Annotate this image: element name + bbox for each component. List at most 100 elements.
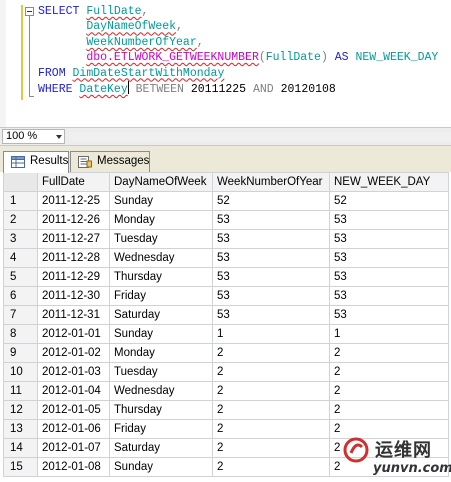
table-cell[interactable]: 53 — [212, 248, 330, 268]
table-cell[interactable]: 2011-12-25 — [37, 191, 110, 211]
row-number[interactable]: 9 — [3, 343, 38, 363]
table-cell[interactable]: 52 — [212, 191, 330, 211]
table-row[interactable]: 6 2011-12-30 Friday 53 53 — [3, 286, 449, 306]
tab-messages[interactable]: Messages — [70, 151, 150, 172]
row-number[interactable]: 8 — [3, 324, 38, 344]
table-cell[interactable]: 2012-01-06 — [37, 419, 110, 439]
sql-code[interactable]: SELECT FullDate, DayNameOfWeek, WeekNumb… — [38, 4, 438, 97]
horizontal-scrollbar[interactable] — [70, 132, 451, 142]
table-row[interactable]: 13 2012-01-06 Friday 2 2 — [3, 419, 449, 439]
row-number[interactable]: 4 — [3, 248, 38, 268]
table-cell[interactable]: Thursday — [109, 400, 213, 420]
table-row[interactable]: 12 2012-01-05 Thursday 2 2 — [3, 400, 449, 420]
table-cell[interactable]: 2 — [212, 381, 330, 401]
table-cell[interactable]: Wednesday — [109, 248, 213, 268]
table-cell[interactable]: 2012-01-07 — [37, 438, 110, 458]
table-cell[interactable]: 2011-12-30 — [37, 286, 110, 306]
table-cell[interactable]: 52 — [329, 191, 449, 211]
table-cell[interactable]: 2 — [329, 400, 449, 420]
table-row[interactable]: 4 2011-12-28 Wednesday 53 53 — [3, 248, 449, 268]
table-cell[interactable]: Monday — [109, 210, 213, 230]
row-number[interactable]: 15 — [3, 457, 38, 477]
row-number[interactable]: 5 — [3, 267, 38, 287]
table-cell[interactable]: 2012-01-04 — [37, 381, 110, 401]
table-cell[interactable]: 2011-12-28 — [37, 248, 110, 268]
table-cell[interactable]: 53 — [212, 267, 330, 287]
table-cell[interactable]: 2 — [212, 343, 330, 363]
row-number[interactable]: 3 — [3, 229, 38, 249]
table-row[interactable]: 3 2011-12-27 Tuesday 53 53 — [3, 229, 449, 249]
row-number[interactable]: 13 — [3, 419, 38, 439]
table-cell[interactable]: 2012-01-03 — [37, 362, 110, 382]
column-header[interactable]: DayNameOfWeek — [109, 172, 213, 192]
table-row[interactable]: 11 2012-01-04 Wednesday 2 2 — [3, 381, 449, 401]
table-cell[interactable]: 53 — [212, 286, 330, 306]
column-header[interactable]: FullDate — [37, 172, 110, 192]
table-row[interactable]: 1 2011-12-25 Sunday 52 52 — [3, 191, 449, 211]
table-row[interactable]: 7 2011-12-31 Saturday 53 53 — [3, 305, 449, 325]
table-cell[interactable]: 2011-12-29 — [37, 267, 110, 287]
row-number[interactable]: 1 — [3, 191, 38, 211]
table-cell[interactable]: Friday — [109, 419, 213, 439]
table-row[interactable]: 10 2012-01-03 Tuesday 2 2 — [3, 362, 449, 382]
table-cell[interactable]: 2 — [212, 400, 330, 420]
table-cell[interactable]: 53 — [329, 210, 449, 230]
table-cell[interactable]: Tuesday — [109, 229, 213, 249]
table-cell[interactable]: 2012-01-05 — [37, 400, 110, 420]
table-cell[interactable]: 1 — [329, 324, 449, 344]
row-number[interactable]: 7 — [3, 305, 38, 325]
table-cell[interactable]: 2 — [212, 362, 330, 382]
tab-results[interactable]: Results — [3, 151, 69, 173]
query-editor[interactable]: SELECT FullDate, DayNameOfWeek, WeekNumb… — [0, 0, 451, 127]
results-grid[interactable]: FullDate DayNameOfWeek WeekNumberOfYear … — [3, 172, 449, 477]
table-cell[interactable]: 53 — [329, 286, 449, 306]
collapse-icon[interactable] — [25, 7, 34, 16]
table-cell[interactable]: 2 — [329, 438, 449, 458]
table-cell[interactable]: 2012-01-02 — [37, 343, 110, 363]
table-cell[interactable]: 53 — [212, 210, 330, 230]
row-number[interactable]: 6 — [3, 286, 38, 306]
column-header[interactable]: NEW_WEEK_DAY — [329, 172, 449, 192]
column-header[interactable]: WeekNumberOfYear — [212, 172, 330, 192]
table-cell[interactable]: 1 — [212, 324, 330, 344]
table-row[interactable]: 2 2011-12-26 Monday 53 53 — [3, 210, 449, 230]
row-number[interactable]: 14 — [3, 438, 38, 458]
table-cell[interactable]: Sunday — [109, 324, 213, 344]
table-cell[interactable]: 2 — [212, 438, 330, 458]
table-row[interactable]: 9 2012-01-02 Monday 2 2 — [3, 343, 449, 363]
row-number[interactable]: 12 — [3, 400, 38, 420]
table-cell[interactable]: Sunday — [109, 457, 213, 477]
table-cell[interactable]: 2 — [329, 419, 449, 439]
table-cell[interactable]: 2011-12-26 — [37, 210, 110, 230]
table-cell[interactable]: Monday — [109, 343, 213, 363]
table-cell[interactable]: 2011-12-27 — [37, 229, 110, 249]
table-cell[interactable]: 2 — [212, 457, 330, 477]
table-cell[interactable]: 2 — [329, 381, 449, 401]
table-cell[interactable]: Friday — [109, 286, 213, 306]
table-cell[interactable]: Tuesday — [109, 362, 213, 382]
table-cell[interactable]: 2012-01-01 — [37, 324, 110, 344]
chevron-down-icon[interactable] — [56, 135, 62, 139]
table-row[interactable]: 5 2011-12-29 Thursday 53 53 — [3, 267, 449, 287]
table-cell[interactable]: 53 — [329, 305, 449, 325]
table-row[interactable]: 15 2012-01-08 Sunday 2 2 — [3, 457, 449, 477]
table-cell[interactable]: 2012-01-08 — [37, 457, 110, 477]
zoom-select[interactable]: 100 % — [2, 129, 65, 144]
table-cell[interactable]: Thursday — [109, 267, 213, 287]
table-cell[interactable]: 2 — [329, 457, 449, 477]
table-cell[interactable]: 53 — [329, 267, 449, 287]
table-cell[interactable]: Wednesday — [109, 381, 213, 401]
table-cell[interactable]: 2 — [329, 343, 449, 363]
table-cell[interactable]: Sunday — [109, 191, 213, 211]
table-row[interactable]: 8 2012-01-01 Sunday 1 1 — [3, 324, 449, 344]
row-number[interactable]: 10 — [3, 362, 38, 382]
table-cell[interactable]: Saturday — [109, 438, 213, 458]
table-cell[interactable]: 53 — [329, 229, 449, 249]
table-cell[interactable]: Saturday — [109, 305, 213, 325]
row-number[interactable]: 2 — [3, 210, 38, 230]
table-cell[interactable]: 2011-12-31 — [37, 305, 110, 325]
row-number[interactable]: 11 — [3, 381, 38, 401]
table-row[interactable]: 14 2012-01-07 Saturday 2 2 — [3, 438, 449, 458]
table-cell[interactable]: 53 — [212, 305, 330, 325]
table-cell[interactable]: 53 — [212, 229, 330, 249]
